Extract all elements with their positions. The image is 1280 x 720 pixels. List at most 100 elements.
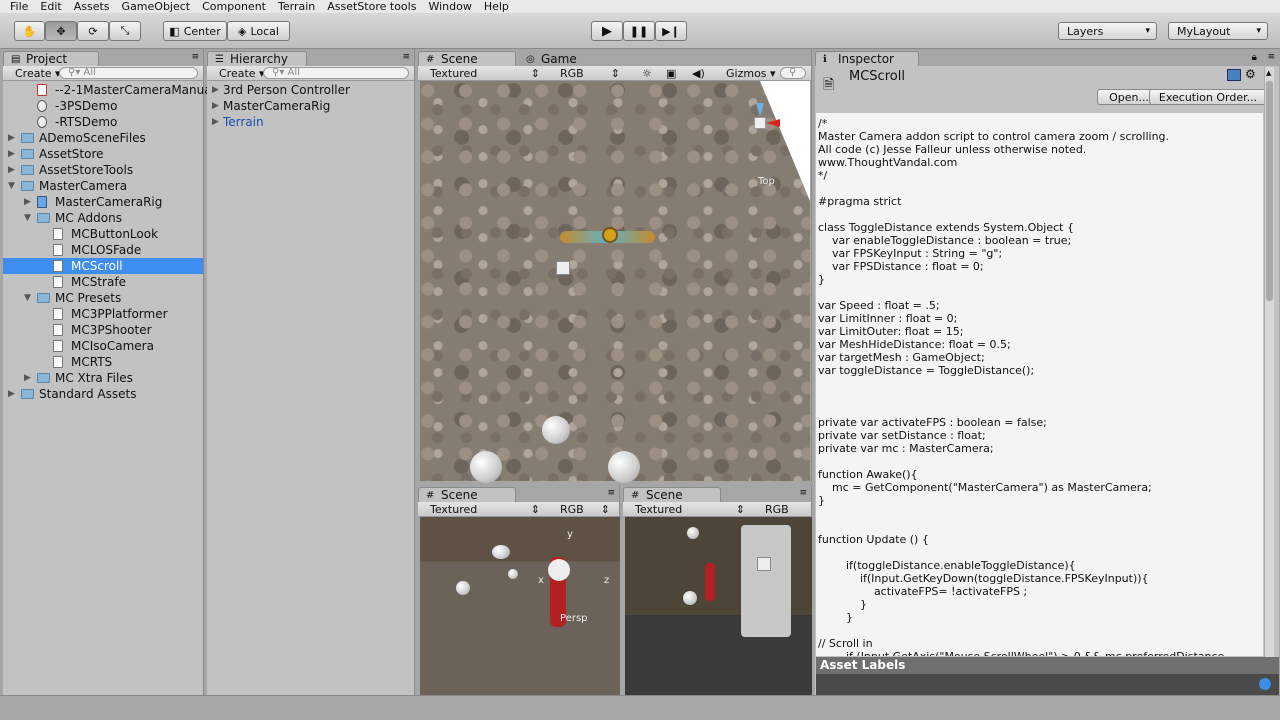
chevron-right-icon[interactable]: ▶ bbox=[24, 194, 34, 210]
sphere-object[interactable] bbox=[608, 451, 640, 483]
scene-viewport-persp[interactable]: y x z Persp bbox=[420, 517, 620, 695]
project-item[interactable]: MCButtonLook bbox=[3, 226, 203, 242]
move-gizmo[interactable] bbox=[757, 557, 771, 571]
layers-dropdown[interactable]: Layers bbox=[1058, 22, 1157, 40]
render-mode-dropdown[interactable]: Textured ⇕ bbox=[422, 67, 542, 80]
image-icon[interactable]: ▣ bbox=[666, 67, 676, 80]
tab-scene[interactable]: # Scene bbox=[418, 51, 516, 66]
hierarchy-search-input[interactable]: ⚲▾ All bbox=[263, 67, 409, 79]
chevron-right-icon[interactable]: ▶ bbox=[24, 370, 34, 386]
color-mode-dropdown[interactable]: RGB ⇕ bbox=[552, 503, 612, 516]
tab-project[interactable]: ▤ Project bbox=[3, 51, 99, 66]
project-item[interactable]: --2-1MasterCameraManualv2 bbox=[3, 82, 230, 98]
sphere-object[interactable] bbox=[683, 591, 697, 605]
sphere-object[interactable] bbox=[470, 451, 502, 483]
play-button[interactable]: ▶ bbox=[591, 21, 623, 41]
menu-item[interactable]: Terrain bbox=[278, 0, 315, 13]
layout-dropdown[interactable]: MyLayout bbox=[1168, 22, 1268, 40]
sphere-object[interactable] bbox=[508, 569, 518, 579]
execution-order-button[interactable]: Execution Order... bbox=[1149, 89, 1267, 105]
audio-icon[interactable]: ◀) bbox=[692, 67, 705, 80]
project-item[interactable]: -RTSDemo bbox=[3, 114, 203, 130]
space-toggle-button[interactable]: ◈ Local bbox=[227, 21, 290, 41]
scene-search-input[interactable]: ⚲ bbox=[780, 67, 806, 79]
lighting-icon[interactable]: ☼ bbox=[642, 67, 652, 80]
chevron-right-icon[interactable]: ▶ bbox=[8, 146, 18, 162]
chevron-right-icon[interactable]: ▶ bbox=[212, 114, 222, 130]
tab-inspector[interactable]: ℹ Inspector bbox=[815, 51, 919, 66]
color-mode-dropdown[interactable]: RGB ⇕ bbox=[552, 67, 622, 80]
character-model[interactable] bbox=[705, 563, 715, 601]
gizmo-center[interactable] bbox=[754, 117, 766, 129]
orientation-gizmo[interactable] bbox=[740, 103, 780, 143]
gizmo-axis-y[interactable] bbox=[756, 103, 764, 117]
camera-rig-center[interactable] bbox=[602, 227, 618, 243]
project-item[interactable]: ▶ AssetStore bbox=[3, 146, 203, 162]
chevron-down-icon[interactable]: ▼ bbox=[24, 210, 34, 226]
hierarchy-item[interactable]: ▶ 3rd Person Controller bbox=[207, 82, 414, 98]
help-icon[interactable] bbox=[1227, 69, 1241, 81]
scrollbar-thumb[interactable] bbox=[1266, 81, 1273, 301]
scroll-up-icon[interactable]: ▲ bbox=[1266, 69, 1273, 77]
gear-icon[interactable]: ⚙ bbox=[1245, 67, 1256, 81]
rotate-tool-button[interactable]: ⟳ bbox=[77, 21, 109, 41]
panel-menu-icon[interactable]: ≡ bbox=[607, 488, 615, 498]
project-item[interactable]: -3PSDemo bbox=[3, 98, 203, 114]
chevron-right-icon[interactable]: ▶ bbox=[212, 82, 222, 98]
gizmos-dropdown[interactable]: Gizmos ▾ bbox=[718, 67, 776, 80]
move-gizmo[interactable] bbox=[548, 559, 570, 581]
hierarchy-item[interactable]: ▶ Terrain bbox=[207, 114, 414, 130]
sphere-object[interactable] bbox=[456, 581, 470, 595]
add-label-icon[interactable] bbox=[1259, 678, 1271, 690]
project-item[interactable]: ▼ MasterCamera bbox=[3, 178, 203, 194]
project-item[interactable]: MCScroll bbox=[3, 258, 203, 274]
project-item[interactable]: ▶ Standard Assets bbox=[3, 386, 203, 402]
project-item[interactable]: ▶ MasterCameraRig bbox=[3, 194, 203, 210]
chevron-down-icon[interactable]: ▼ bbox=[24, 290, 34, 306]
gizmo-axis-x[interactable] bbox=[766, 119, 780, 127]
project-item[interactable]: MCRTS bbox=[3, 354, 203, 370]
project-search-input[interactable]: ⚲▾ All bbox=[59, 67, 198, 79]
render-mode-dropdown[interactable]: Textured ⇕ bbox=[422, 503, 542, 516]
wall-object[interactable] bbox=[741, 525, 791, 637]
project-item[interactable]: MCIsoCamera bbox=[3, 338, 203, 354]
menu-item[interactable]: Component bbox=[202, 0, 266, 13]
camera-icon[interactable] bbox=[492, 545, 510, 559]
render-mode-dropdown[interactable]: Textured ⇕ bbox=[627, 503, 747, 516]
project-item[interactable]: MCLOSFade bbox=[3, 242, 203, 258]
tab-scene[interactable]: # Scene bbox=[418, 487, 516, 502]
menu-item[interactable]: Window bbox=[428, 0, 471, 13]
chevron-right-icon[interactable]: ▶ bbox=[8, 162, 18, 178]
tab-hierarchy[interactable]: ☰ Hierarchy bbox=[207, 51, 307, 66]
scene-viewport-side[interactable] bbox=[625, 517, 812, 695]
panel-menu-icon[interactable]: ≡ bbox=[402, 52, 410, 62]
hierarchy-item[interactable]: ▶ MasterCameraRig bbox=[207, 98, 414, 114]
project-item[interactable]: ▶ AssetStoreTools bbox=[3, 162, 203, 178]
menu-item[interactable]: Edit bbox=[40, 0, 61, 13]
project-item[interactable]: MC3PPlatformer bbox=[3, 306, 203, 322]
chevron-right-icon[interactable]: ▶ bbox=[8, 386, 18, 402]
tab-game[interactable]: ◎ Game bbox=[518, 51, 588, 66]
menu-item[interactable]: AssetStore tools bbox=[327, 0, 416, 13]
step-button[interactable]: ▶❙ bbox=[655, 21, 687, 41]
scene-viewport[interactable]: Top bbox=[420, 81, 810, 483]
project-item[interactable]: MCStrafe bbox=[3, 274, 203, 290]
pivot-toggle-button[interactable]: ◧ Center bbox=[163, 21, 227, 41]
light-icon[interactable] bbox=[556, 261, 570, 275]
chevron-right-icon[interactable]: ▶ bbox=[212, 98, 222, 114]
tab-scene[interactable]: # Scene bbox=[623, 487, 721, 502]
project-item[interactable]: ▼ MC Presets bbox=[3, 290, 203, 306]
move-tool-button[interactable]: ✥ bbox=[45, 21, 77, 41]
project-item[interactable]: ▼ MC Addons bbox=[3, 210, 203, 226]
project-item[interactable]: ▶ MC Xtra Files bbox=[3, 370, 203, 386]
panel-menu-icon[interactable]: ≡ bbox=[799, 488, 807, 498]
sphere-object[interactable] bbox=[687, 527, 699, 539]
camera-icon[interactable] bbox=[542, 416, 570, 444]
menu-item[interactable]: Assets bbox=[74, 0, 110, 13]
project-create-button[interactable]: Create ▾ bbox=[7, 67, 61, 80]
menu-item[interactable]: GameObject bbox=[122, 0, 191, 13]
menu-item[interactable]: File bbox=[10, 0, 28, 13]
chevron-down-icon[interactable]: ▼ bbox=[8, 178, 18, 194]
project-item[interactable]: ▶ ADemoSceneFiles bbox=[3, 130, 203, 146]
chevron-right-icon[interactable]: ▶ bbox=[8, 130, 18, 146]
